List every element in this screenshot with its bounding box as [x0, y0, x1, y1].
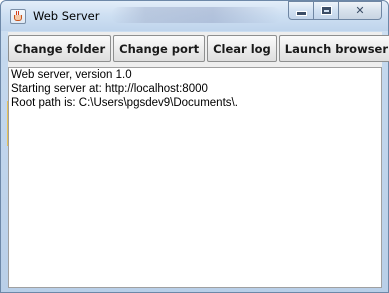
log-line-server-url: Starting server at: http://localhost:800… [11, 83, 208, 95]
minimize-icon [295, 11, 307, 16]
change-folder-button[interactable]: Change folder [8, 35, 112, 62]
caption-buttons: ✕ [288, 1, 382, 23]
launch-browser-button[interactable]: Launch browser [278, 35, 389, 62]
maximize-icon [321, 7, 331, 14]
window-title: Web Server [33, 9, 100, 23]
toolbar: Change folder Change port Clear log Laun… [8, 35, 389, 63]
title-bar[interactable]: Web Server ✕ [1, 1, 388, 31]
maximize-button[interactable] [314, 1, 339, 20]
log-text-area[interactable]: Web server, version 1.0 Starting server … [8, 67, 382, 288]
clear-log-button[interactable]: Clear log [207, 35, 277, 62]
close-button[interactable]: ✕ [339, 1, 382, 20]
java-cup-icon[interactable] [10, 9, 26, 24]
close-icon: ✕ [355, 4, 365, 17]
change-port-button[interactable]: Change port [113, 35, 206, 62]
main-content: Change folder Change port Clear log Laun… [8, 32, 389, 288]
app-window: Web Server ✕ Change folder Change port C… [0, 0, 389, 293]
log-line-root-path: Root path is: C:\Users\pgsdev9\Documents… [11, 97, 238, 109]
title-bar-blur [111, 7, 281, 23]
minimize-button[interactable] [288, 1, 314, 20]
log-line-version: Web server, version 1.0 [11, 69, 132, 81]
